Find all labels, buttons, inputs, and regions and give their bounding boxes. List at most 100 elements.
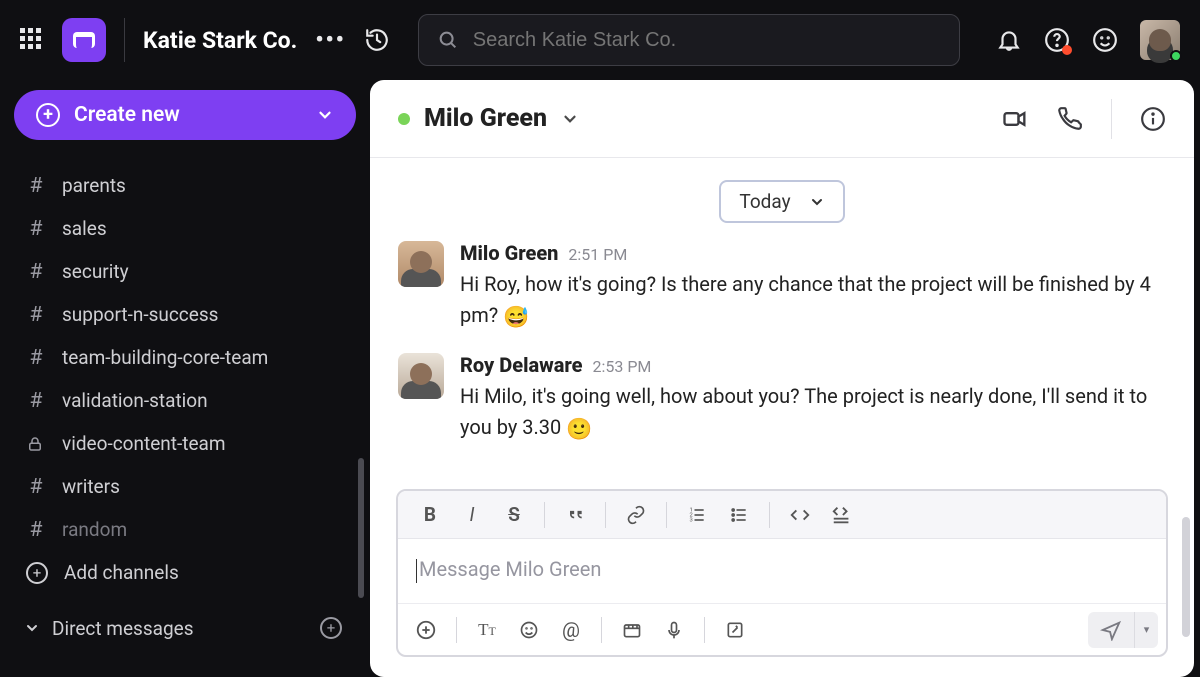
compose-input[interactable]: Message Milo Green <box>398 539 1166 603</box>
hash-icon: # <box>26 260 46 284</box>
send-options-button[interactable]: ▾ <box>1134 612 1158 648</box>
message: Roy Delaware 2:53 PM Hi Milo, it's going w… <box>398 353 1166 447</box>
link-button[interactable] <box>616 497 656 533</box>
add-channels-label: Add channels <box>64 561 179 584</box>
hash-icon: # <box>26 475 46 499</box>
chevron-down-icon <box>809 194 825 210</box>
message-text: Hi Milo, it's going well, how about you?… <box>460 381 1166 447</box>
emoji-header-icon[interactable] <box>1092 27 1118 53</box>
chevron-down-icon[interactable] <box>561 110 579 128</box>
emoji-icon: 🙂 <box>566 414 592 447</box>
compose-placeholder: Message Milo Green <box>419 557 601 581</box>
divider <box>124 18 125 62</box>
message-avatar[interactable] <box>398 353 444 399</box>
strikethrough-button[interactable]: S <box>494 497 534 533</box>
apps-grid-icon[interactable] <box>20 28 44 52</box>
emoji-button[interactable] <box>509 612 549 648</box>
channel-label: random <box>62 518 127 541</box>
chat-scrollbar[interactable] <box>1182 220 1190 637</box>
message-author: Milo Green <box>460 241 558 265</box>
divider <box>1111 99 1112 139</box>
workspace-logo[interactable] <box>62 18 106 62</box>
hash-icon: # <box>26 174 46 198</box>
date-divider[interactable]: Today <box>719 180 844 223</box>
video-call-icon[interactable] <box>1001 105 1029 133</box>
help-badge <box>1062 45 1072 55</box>
app-header: Katie Stark Co. ••• <box>0 0 1200 80</box>
add-dm-icon[interactable]: + <box>320 617 342 639</box>
hash-icon: # <box>26 303 46 327</box>
video-clip-button[interactable] <box>612 612 652 648</box>
channel-validation-station[interactable]: # validation-station <box>14 379 370 422</box>
chat-panel: Milo Green Today Mi <box>370 80 1194 677</box>
bullet-list-button[interactable] <box>719 497 759 533</box>
italic-button[interactable]: I <box>452 497 492 533</box>
sidebar-scrollbar[interactable] <box>358 458 364 598</box>
date-divider-label: Today <box>739 190 790 213</box>
message-author: Roy Delaware <box>460 353 583 377</box>
chevron-down-icon <box>316 106 334 124</box>
message-composer: B I S 123 <box>396 489 1168 657</box>
user-avatar[interactable] <box>1140 20 1180 60</box>
phone-call-icon[interactable] <box>1057 106 1083 132</box>
emoji-icon: 😅 <box>503 302 529 335</box>
chat-contact-name: Milo Green <box>424 104 547 133</box>
message-text: Hi Roy, how it's going? Is there any cha… <box>460 269 1166 335</box>
channel-label: writers <box>62 475 120 498</box>
hash-icon: # <box>26 518 46 542</box>
notifications-icon[interactable] <box>996 27 1022 53</box>
add-channels-button[interactable]: + Add channels <box>14 551 370 594</box>
hash-icon: # <box>26 389 46 413</box>
channel-video-content-team[interactable]: video-content-team <box>14 422 370 465</box>
channel-parents[interactable]: # parents <box>14 164 370 207</box>
sidebar: + Create new # parents # sales # security # sup… <box>0 80 370 677</box>
channel-label: validation-station <box>62 389 208 412</box>
channel-support-n-success[interactable]: # support-n-success <box>14 293 370 336</box>
channel-label: support-n-success <box>62 303 218 326</box>
channel-label: security <box>62 260 129 283</box>
workspace-name: Katie Stark Co. <box>143 27 297 54</box>
presence-indicator <box>1170 50 1182 62</box>
send-button[interactable] <box>1088 612 1134 648</box>
mention-button[interactable]: @ <box>551 612 591 648</box>
presence-dot <box>398 113 410 125</box>
create-new-button[interactable]: + Create new <box>14 90 356 140</box>
plus-circle-icon: + <box>26 562 48 584</box>
create-new-label: Create new <box>74 103 180 127</box>
channel-label: parents <box>62 174 126 197</box>
channel-team-building-core-team[interactable]: # team-building-core-team <box>14 336 370 379</box>
help-icon[interactable] <box>1044 27 1070 53</box>
hash-icon: # <box>26 346 46 370</box>
message-time: 2:53 PM <box>593 357 652 376</box>
more-menu-icon[interactable]: ••• <box>315 28 345 53</box>
channel-label: team-building-core-team <box>62 346 268 369</box>
channel-sales[interactable]: # sales <box>14 207 370 250</box>
search-bar[interactable] <box>418 14 960 66</box>
code-block-button[interactable] <box>822 497 862 533</box>
quote-button[interactable] <box>555 497 595 533</box>
channel-writers[interactable]: # writers <box>14 465 370 508</box>
code-button[interactable] <box>780 497 820 533</box>
ordered-list-button[interactable]: 123 <box>677 497 717 533</box>
bold-button[interactable]: B <box>410 497 450 533</box>
chat-header: Milo Green <box>370 80 1194 158</box>
plus-icon: + <box>36 103 60 127</box>
search-input[interactable] <box>473 29 941 52</box>
channel-random[interactable]: # random <box>14 508 370 551</box>
dm-section-label: Direct messages <box>52 617 194 640</box>
svg-text:3: 3 <box>690 517 693 523</box>
lock-icon <box>26 435 46 453</box>
channel-label: sales <box>62 217 107 240</box>
message-time: 2:51 PM <box>568 245 627 264</box>
info-icon[interactable] <box>1140 106 1166 132</box>
audio-clip-button[interactable] <box>654 612 694 648</box>
channel-security[interactable]: # security <box>14 250 370 293</box>
hash-icon: # <box>26 217 46 241</box>
history-icon[interactable] <box>364 27 390 53</box>
shortcut-button[interactable] <box>715 612 755 648</box>
search-icon <box>437 29 459 51</box>
text-format-button[interactable]: TT <box>467 612 507 648</box>
dm-section-header[interactable]: Direct messages + <box>14 606 370 650</box>
message-avatar[interactable] <box>398 241 444 287</box>
attach-button[interactable] <box>406 612 446 648</box>
